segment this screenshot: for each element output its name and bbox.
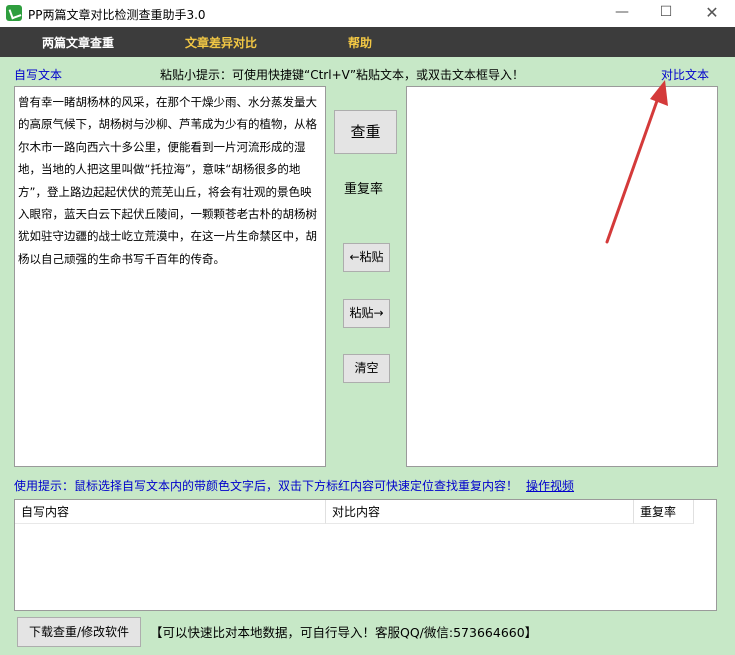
menu-diff-compare[interactable]: 文章差异对比 [185, 34, 257, 51]
tutorial-video-link[interactable]: 操作视频 [526, 477, 574, 494]
paste-right-button[interactable]: 粘贴→ [343, 299, 390, 328]
clear-button[interactable]: 清空 [343, 354, 390, 383]
menu-bar: 两篇文章查重 文章差异对比 帮助 [0, 27, 735, 57]
column-header-self: 自写内容 [15, 500, 326, 524]
close-button[interactable]: ✕ [690, 0, 734, 27]
compare-text-label: 对比文本 [661, 68, 710, 82]
bottom-note: 【可以快速比对本地数据，可自行导入！客服QQ/微信:573664660】 [150, 625, 538, 640]
window-title: PP两篇文章对比检测查重助手3.0 [28, 8, 206, 22]
column-header-rate: 重复率 [634, 500, 694, 524]
download-button[interactable]: 下载查重/修改软件 [17, 617, 141, 647]
menu-duplicate-check[interactable]: 两篇文章查重 [42, 34, 114, 51]
compare-text-area[interactable] [406, 86, 718, 467]
minimize-button[interactable]: — [600, 0, 644, 27]
app-logo-icon [6, 5, 22, 21]
self-text-label: 自写文本 [14, 68, 63, 82]
duplicate-rate-label: 重复率 [344, 182, 384, 197]
result-table[interactable]: 自写内容 对比内容 重复率 [14, 499, 717, 611]
paste-tip: 粘贴小提示：可使用快捷键“Ctrl+V”粘贴文本，或双击文本框导入！ [160, 68, 525, 82]
maximize-button[interactable]: ☐ [644, 0, 688, 27]
menu-help[interactable]: 帮助 [348, 34, 372, 51]
paste-left-button[interactable]: ←粘贴 [343, 243, 390, 272]
column-header-compare: 对比内容 [326, 500, 634, 524]
check-button[interactable]: 查重 [334, 110, 397, 154]
usage-tip: 使用提示：鼠标选择自写文本内的带颜色文字后，双击下方标红内容可快速定位查找重复内… [14, 479, 519, 493]
title-bar: PP两篇文章对比检测查重助手3.0 — ☐ ✕ [0, 0, 735, 27]
self-text-area[interactable]: 曾有幸一睹胡杨林的风采，在那个干燥少雨、水分蒸发量大的高原气候下，胡杨树与沙柳、… [14, 86, 326, 467]
